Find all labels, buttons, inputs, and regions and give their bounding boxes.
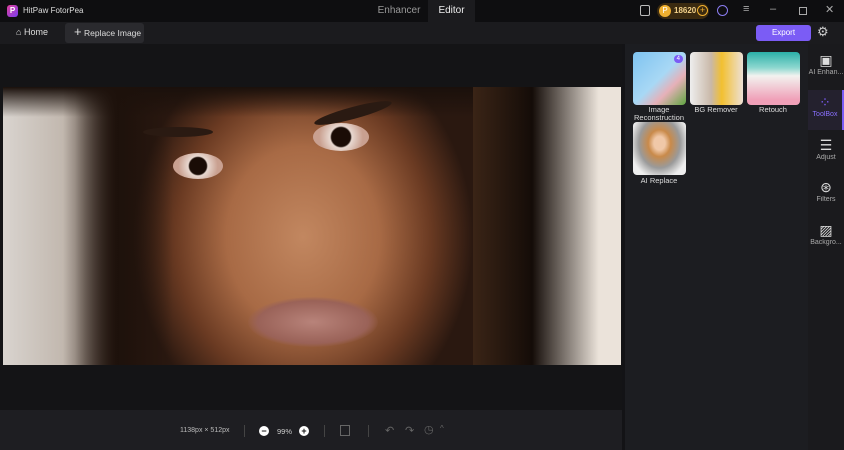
- toolbox-panel: 4 Image Reconstruction BG Remover Retouc…: [625, 44, 808, 450]
- zoom-level: 99%: [277, 427, 293, 436]
- minimize-icon[interactable]: –: [770, 3, 776, 15]
- credits-count: 18620: [674, 6, 697, 15]
- title-bar: P HitPaw FotorPea Enhancer Editor P 1862…: [0, 0, 844, 22]
- coin-icon: P: [659, 5, 671, 17]
- badge-count: 4: [673, 55, 683, 63]
- compare-icon[interactable]: [340, 425, 350, 436]
- credits-badge[interactable]: P 18620 +: [657, 3, 709, 19]
- redo-icon[interactable]: ↷: [405, 424, 414, 437]
- home-button[interactable]: ⌂ Home: [16, 27, 48, 39]
- tool-label: Retouch: [759, 105, 787, 114]
- home-icon: ⌂: [16, 27, 22, 37]
- tool-label: BG Remover: [694, 105, 738, 114]
- zoom-out-button[interactable]: −: [259, 426, 269, 436]
- history-icon[interactable]: ◷: [424, 423, 434, 436]
- plus-icon: +: [74, 24, 82, 39]
- status-bar: 1138px × 512px − 99% + ↶ ↷ ◷ ^: [0, 410, 622, 450]
- maximize-icon[interactable]: [799, 7, 807, 15]
- export-button[interactable]: Export: [756, 25, 811, 41]
- edited-photo[interactable]: [3, 87, 621, 365]
- side-rail: ▣ AI Enhan... ⁘ ToolBox ☰ Adjust ⊛ Filters ▨…: [808, 44, 844, 450]
- app-title: HitPaw FotorPea: [23, 6, 84, 15]
- home-label: Home: [23, 27, 48, 37]
- feedback-icon[interactable]: [640, 5, 650, 16]
- tool-image-reconstruction[interactable]: 4: [633, 52, 686, 105]
- rail-background[interactable]: ▨ Backgro...: [808, 218, 844, 258]
- menu-icon[interactable]: ≡: [743, 3, 749, 15]
- rail-filters[interactable]: ⊛ Filters: [808, 175, 844, 215]
- add-credits-icon[interactable]: +: [697, 5, 708, 16]
- rail-adjust[interactable]: ☰ Adjust: [808, 133, 844, 173]
- replace-image-button[interactable]: + Replace Image: [65, 23, 144, 43]
- divider: [324, 425, 325, 437]
- app-logo: P: [7, 5, 18, 17]
- rail-toolbox[interactable]: ⁘ ToolBox: [808, 90, 844, 130]
- image-dimensions: 1138px × 512px: [180, 427, 230, 434]
- tool-bg-remover[interactable]: [690, 52, 743, 105]
- background-icon: ▨: [819, 222, 833, 238]
- rail-ai-enhance[interactable]: ▣ AI Enhan...: [808, 48, 844, 88]
- filters-icon: ⊛: [820, 179, 832, 195]
- close-icon[interactable]: ✕: [825, 3, 834, 16]
- undo-icon[interactable]: ↶: [385, 424, 394, 437]
- settings-gear-icon[interactable]: ⚙: [817, 24, 829, 40]
- tab-editor[interactable]: Editor: [428, 0, 475, 22]
- tool-ai-replace[interactable]: [633, 122, 686, 175]
- zoom-in-button[interactable]: +: [299, 426, 309, 436]
- tool-label: AI Replace: [640, 176, 678, 185]
- tab-enhancer[interactable]: Enhancer: [370, 0, 428, 22]
- ai-enhance-icon: ▣: [819, 52, 833, 68]
- tool-label: Image Reconstruction: [633, 105, 685, 122]
- sliders-icon: ☰: [819, 137, 833, 153]
- toolbox-grid-icon: ⁘: [819, 94, 831, 110]
- tool-retouch[interactable]: [747, 52, 800, 105]
- divider: [368, 425, 369, 437]
- chevron-up-icon[interactable]: ^: [440, 424, 444, 433]
- divider: [244, 425, 245, 437]
- replace-image-label: Replace Image: [83, 28, 142, 38]
- account-icon[interactable]: [717, 5, 728, 16]
- toolbar: ⌂ Home + Replace Image Export ⚙: [0, 22, 844, 44]
